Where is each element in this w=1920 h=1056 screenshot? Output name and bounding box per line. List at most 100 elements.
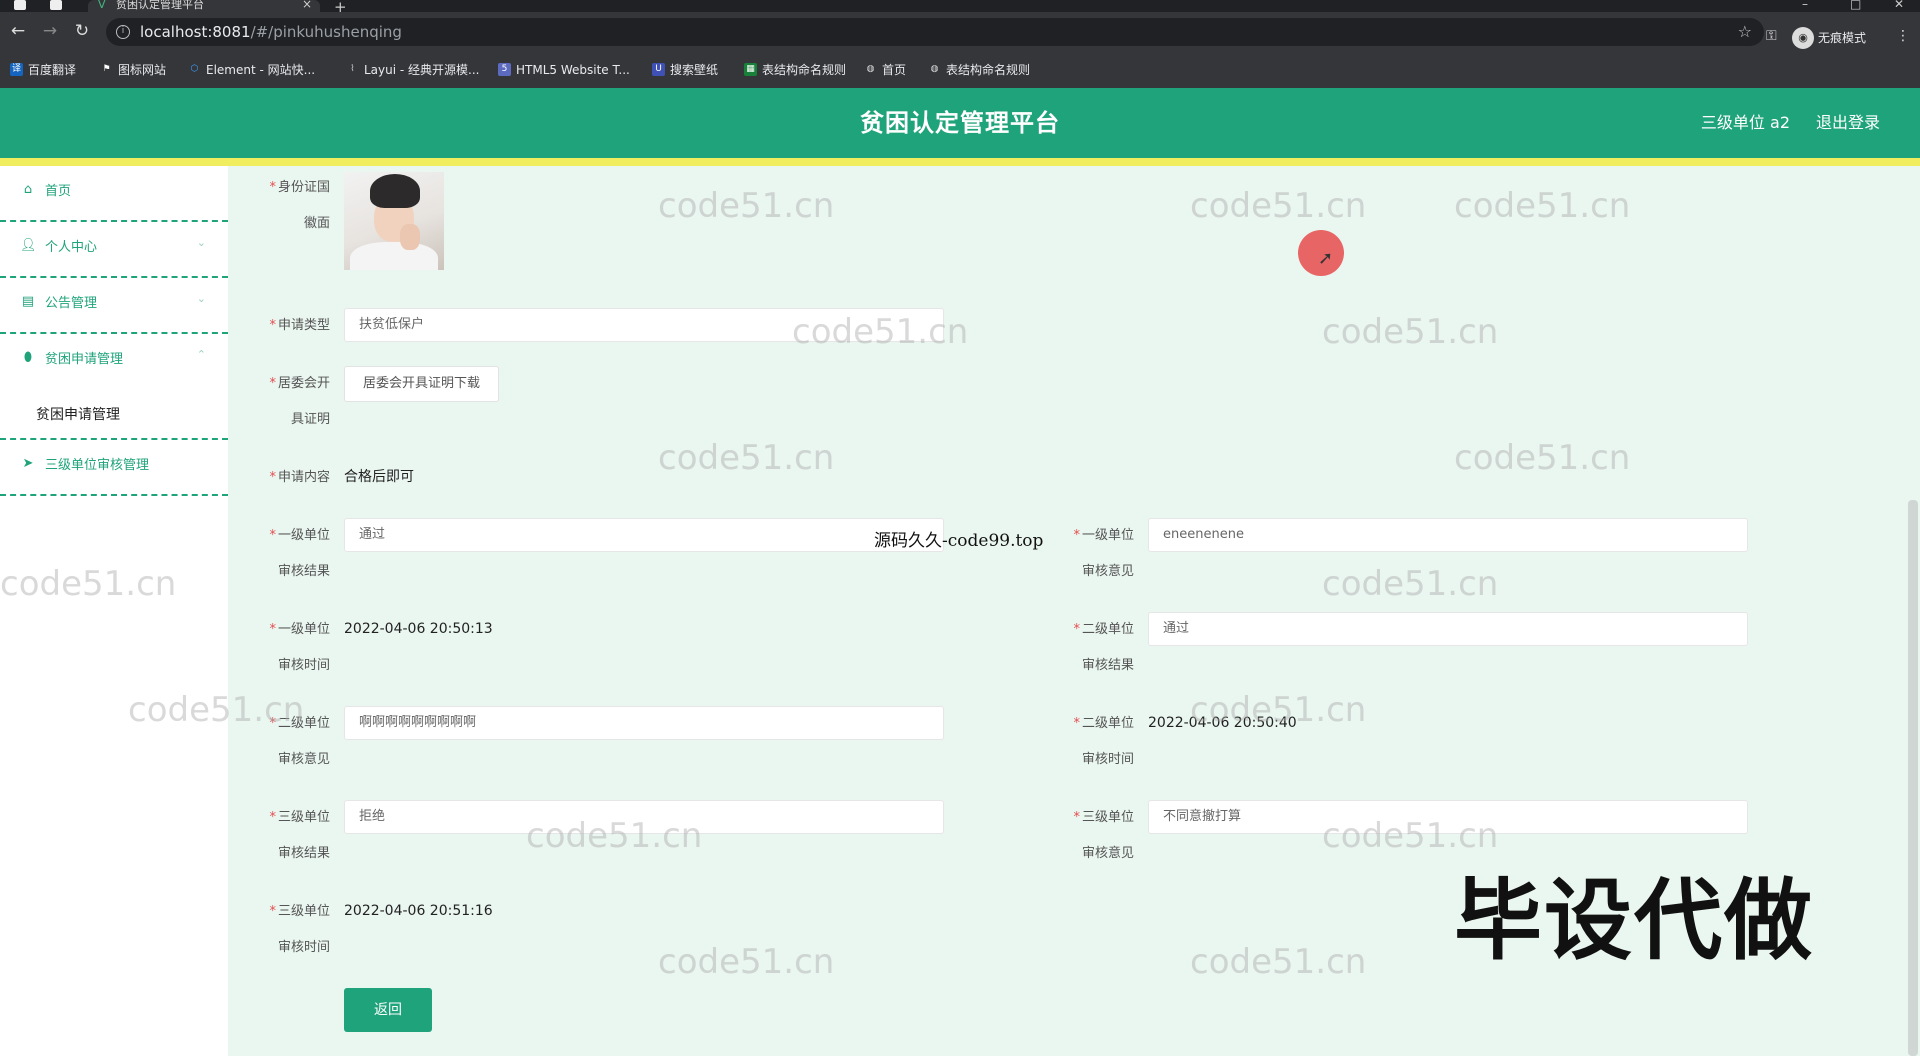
- back-button[interactable]: 返回: [344, 988, 432, 1032]
- url-bar[interactable]: i localhost:8081/#/pinkuhushenqing ☆: [106, 18, 1764, 46]
- address-toolbar: ← → ↻ i localhost:8081/#/pinkuhushenqing…: [0, 12, 1920, 52]
- incognito-icon: ◉: [1792, 27, 1814, 49]
- forward-arrow-icon[interactable]: →: [38, 21, 62, 41]
- bookmark-item[interactable]: 译百度翻译: [10, 62, 76, 78]
- globe-icon: ◍: [866, 64, 875, 74]
- bookmark-item[interactable]: ⌇ Layui - 经典开源模...: [346, 62, 479, 78]
- l3-result-field[interactable]: 拒绝: [344, 800, 944, 834]
- l2-time-value: 2022-04-06 20:50:40: [1148, 715, 1297, 731]
- browser-tab-title: 贫困认定管理平台: [116, 0, 204, 11]
- certificate-download-button[interactable]: 居委会开具证明下载: [344, 366, 500, 402]
- sidebar-item-label: 三级单位审核管理: [45, 458, 150, 473]
- l1-result-label: * 一级单位 审核结果: [269, 528, 330, 579]
- incognito-label: 无痕模式: [1818, 31, 1867, 45]
- incognito-indicator[interactable]: ◉ 无痕模式: [1792, 27, 1866, 49]
- sidebar: ⌂ 首页 👤︎ 个人中心 ⌄ ▤ 公告管理 ⌄ ⬮ 贫困申请管理 ⌃ 贫困申请管…: [0, 166, 228, 1056]
- l3-time-value: 2022-04-06 20:51:16: [344, 903, 493, 919]
- l3-opinion-field[interactable]: 不同意撤打算: [1148, 800, 1748, 834]
- id-card-back-image[interactable]: [344, 172, 444, 270]
- l3-opinion-label: * 三级单位 审核意见: [1073, 810, 1134, 861]
- code99-overlay-text: 源码久久-code99.top: [874, 531, 1044, 551]
- l2-opinion-field[interactable]: 啊啊啊啊啊啊啊啊啊: [344, 706, 944, 740]
- chevron-up-icon: ⌃: [196, 348, 206, 361]
- l2-time-label: * 二级单位 审核时间: [1073, 716, 1134, 767]
- l1-result-field[interactable]: 通过: [344, 518, 944, 552]
- l1-opinion-label: * 一级单位 审核意见: [1073, 528, 1134, 579]
- url-path: /#/pinkuhushenqing: [250, 23, 402, 41]
- send-icon: ➤: [22, 456, 34, 471]
- l1-opinion-field[interactable]: eneenenene: [1148, 518, 1748, 552]
- sidebar-item-level3-review[interactable]: ➤ 三级单位审核管理: [0, 440, 228, 496]
- logout-link[interactable]: 退出登录: [1816, 88, 1880, 158]
- bookmark-item[interactable]: ⬡ Element - 网站快...: [188, 62, 316, 78]
- bookmark-item[interactable]: ◍ 表结构命名规则: [928, 62, 1030, 78]
- maximize-icon[interactable]: □: [1850, 0, 1861, 11]
- sidebar-item-profile[interactable]: 👤︎ 个人中心 ⌄: [0, 222, 228, 278]
- back-arrow-icon[interactable]: ←: [6, 21, 30, 41]
- element-icon: ⬡: [190, 64, 199, 74]
- l1-time-value: 2022-04-06 20:50:13: [344, 621, 493, 637]
- l2-result-label: * 二级单位 审核结果: [1073, 622, 1134, 673]
- user-icon: 👤︎: [20, 238, 37, 253]
- sidebar-item-label: 公告管理: [45, 296, 98, 311]
- certificate-label: * 居委会开 具证明: [269, 376, 330, 427]
- browser-tab[interactable]: V 贫困认定管理平台 ×: [88, 0, 320, 12]
- sidebar-item-notice[interactable]: ▤ 公告管理 ⌄: [0, 278, 228, 334]
- bookmark-item[interactable]: ◍ 首页: [864, 62, 906, 78]
- sidebar-item-label: 贫困申请管理: [45, 352, 124, 367]
- url-host: localhost:8081: [140, 23, 251, 41]
- bookmark-star-icon[interactable]: ☆: [1738, 18, 1752, 46]
- sidebar-item-label: 首页: [45, 184, 72, 199]
- minimize-icon[interactable]: –: [1802, 0, 1808, 11]
- page-scrollbar[interactable]: [1908, 500, 1918, 1056]
- site-info-icon[interactable]: i: [116, 25, 130, 39]
- sidebar-subitem-label: 贫困申请管理: [36, 407, 120, 423]
- mouse-cursor-icon: ➚: [1318, 248, 1334, 269]
- bookmark-item[interactable]: 5 HTML5 Website T...: [498, 62, 630, 78]
- apply-type-field[interactable]: 扶贫低保户: [344, 308, 944, 342]
- layui-icon: ⌇: [350, 64, 355, 74]
- page-title: 贫困认定管理平台: [860, 109, 1060, 137]
- promo-badge-text: 毕设代做: [1454, 869, 1815, 972]
- chevron-down-icon: ⌄: [196, 236, 206, 249]
- menu-dots-icon[interactable]: ⋮: [1896, 28, 1910, 44]
- apply-content-value: 合格后即可: [344, 469, 414, 485]
- bookmark-item[interactable]: ⚑ 图标网站: [100, 62, 166, 78]
- globe-icon: ◍: [930, 64, 939, 74]
- sheet-icon: ▦: [744, 63, 757, 76]
- window-icon: [50, 0, 62, 10]
- bookmarks-bar: 译百度翻译 ⚑ 图标网站 ⬡ Element - 网站快... ⌇ Layui - 经…: [0, 52, 1920, 88]
- browser-tab-strip: V 贫困认定管理平台 × + – □ ✕: [0, 0, 1920, 16]
- app-header: 贫困认定管理平台 三级单位 a2 退出登录: [0, 88, 1920, 158]
- location-icon: ⬮: [23, 350, 33, 365]
- tab-close-icon[interactable]: ×: [302, 0, 312, 10]
- bookmark-item[interactable]: U 搜索壁纸: [652, 62, 718, 78]
- key-icon[interactable]: ⚿: [1766, 28, 1777, 44]
- notice-icon: ▤: [21, 294, 35, 309]
- flag-icon: ⚑: [102, 64, 111, 74]
- translate-icon: 译: [10, 63, 23, 76]
- html5-icon: 5: [498, 63, 511, 76]
- l3-time-label: * 三级单位 审核时间: [269, 904, 330, 955]
- sidebar-item-label: 个人中心: [45, 240, 98, 255]
- l3-result-label: * 三级单位 审核结果: [269, 810, 330, 861]
- apply-type-label: * 申请类型: [269, 318, 330, 333]
- window-close-icon[interactable]: ✕: [1894, 0, 1904, 11]
- current-user: 三级单位 a2: [1700, 113, 1790, 132]
- sidebar-item-poverty-apply[interactable]: ⬮ 贫困申请管理 ⌃: [0, 334, 228, 390]
- sidebar-subitem-poverty-apply[interactable]: 贫困申请管理: [0, 384, 228, 440]
- l1-time-label: * 一级单位 审核时间: [269, 622, 330, 673]
- home-icon: ⌂: [23, 182, 33, 197]
- reload-icon[interactable]: ↻: [70, 21, 94, 41]
- chevron-down-icon: ⌄: [196, 292, 206, 305]
- sidebar-item-home[interactable]: ⌂ 首页: [0, 166, 228, 222]
- chrome-logo-icon: [14, 0, 26, 10]
- header-accent-strip: [0, 158, 1920, 166]
- vue-favicon-icon: V: [98, 0, 106, 11]
- id-back-label: * 身份证国 徽面: [269, 180, 330, 231]
- l2-result-field[interactable]: 通过: [1148, 612, 1748, 646]
- apply-content-label: * 申请内容: [269, 470, 330, 485]
- wallpaper-icon: U: [652, 63, 665, 76]
- bookmark-item[interactable]: ▦ 表结构命名规则: [744, 62, 846, 78]
- l2-opinion-label: * 二级单位 审核意见: [269, 716, 330, 767]
